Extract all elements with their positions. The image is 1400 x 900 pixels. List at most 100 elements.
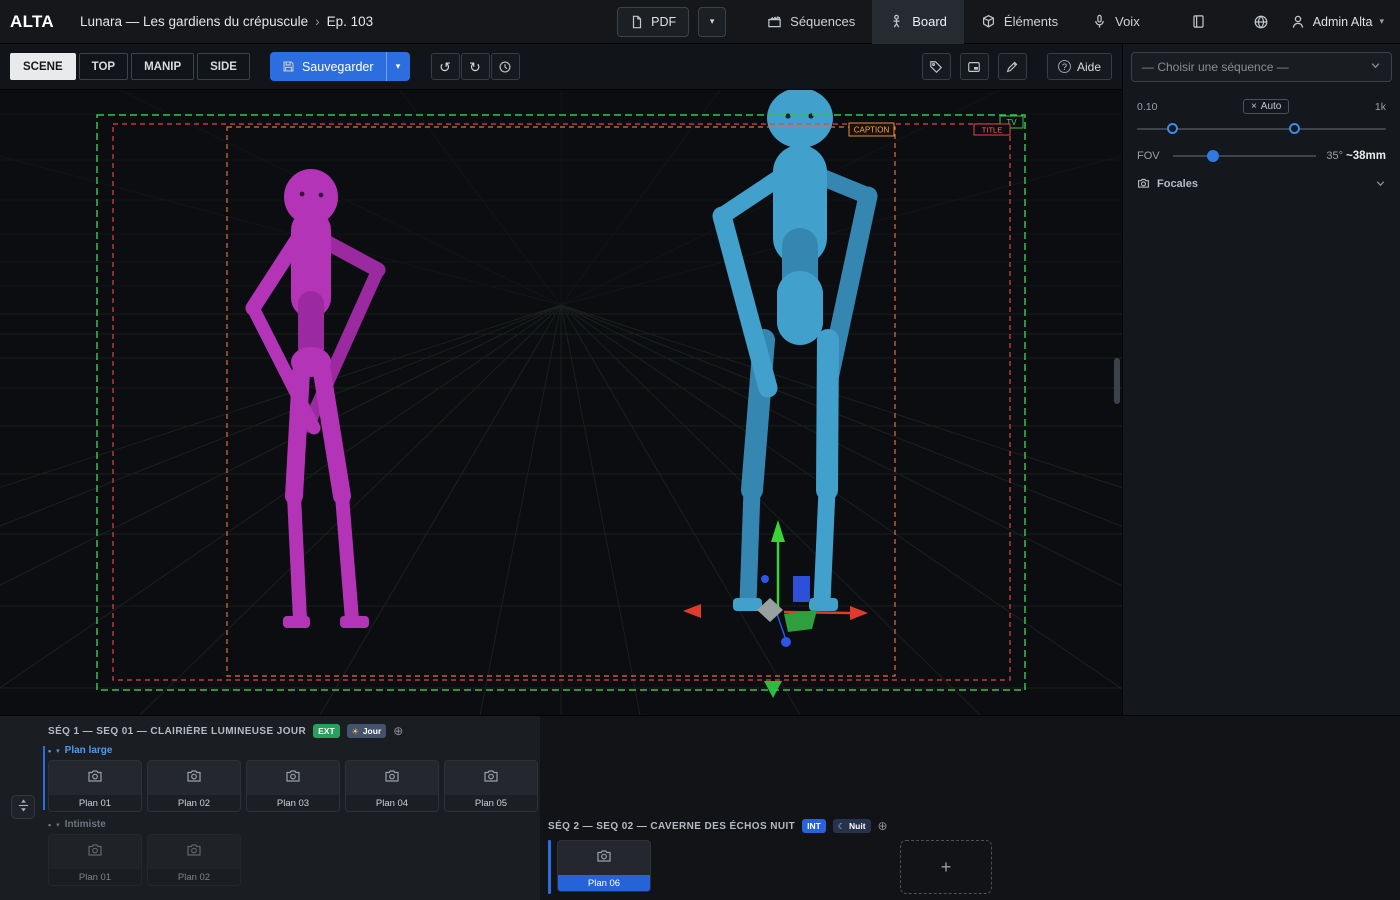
group-label: Intimiste [65,819,106,830]
journal-icon[interactable] [1191,14,1206,29]
help-label: Aide [1077,60,1101,74]
viewport-3d[interactable]: TV TITLE CAPTION [0,90,1122,715]
shot-thumbnail[interactable]: Plan 01 [48,760,142,812]
nav-label: Board [912,14,947,29]
shot-thumbnail[interactable]: Plan 02 [147,834,241,886]
sequence-2-header: SÉQ 2 — SEQ 02 — CAVERNE DES ÉCHOS NUIT … [548,819,1400,833]
pdf-export-group: PDF ▾ [617,7,726,37]
exterior-badge: EXT [313,724,340,738]
user-icon [1290,14,1306,30]
panel-resize-handle[interactable] [11,795,35,819]
tag-button[interactable] [922,53,951,80]
breadcrumb-separator: › [315,14,320,29]
clip-range-handle-min[interactable] [1167,123,1178,134]
fov-slider[interactable] [1173,149,1316,163]
fov-value: 35° ~38mm [1326,150,1386,162]
clip-range-handle-max[interactable] [1289,123,1300,134]
user-name: Admin Alta [1313,15,1373,29]
auto-toggle[interactable]: × Auto [1243,99,1289,114]
focales-label: Focales [1157,178,1198,190]
topbar-right: Admin Alta ▾ [1191,14,1400,30]
viewport-scrollbar[interactable] [1114,358,1120,404]
shot-thumbnail[interactable]: Plan 03 [246,760,340,812]
storyboard-panel: SÉQ 1 — SEQ 01 — CLAIRIÈRE LUMINEUSE JOU… [0,715,1400,900]
globe-icon[interactable] [1253,14,1269,30]
frame-button[interactable] [960,53,989,80]
group-label-row[interactable]: • ▾ Intimiste [48,819,540,830]
sequence-select[interactable]: — Choisir une séquence — [1131,52,1392,82]
nav-voice[interactable]: Voix [1075,0,1157,44]
pencil-icon [1005,60,1019,74]
auto-label: Auto [1261,101,1282,112]
shot-thumbnail[interactable]: Plan 02 [147,760,241,812]
undo-icon: ↺ [439,60,451,74]
undo-button[interactable]: ↺ [431,53,460,80]
nav-elements[interactable]: Éléments [964,0,1075,44]
group-label-row[interactable]: • ▾ Plan large [48,745,540,756]
shot-thumbnail-selected[interactable]: Plan 06 [557,840,651,892]
caption-safe-label: CAPTION [854,126,890,135]
help-button[interactable]: ? Aide [1047,53,1112,80]
camera-icon [87,768,103,789]
app-logo: ALTA [10,12,54,32]
save-label: Sauvegarder [302,60,374,74]
save-split-button: Sauvegarder ▾ [270,52,410,81]
sequence-title[interactable]: SÉQ 2 — SEQ 02 — CAVERNE DES ÉCHOS NUIT [548,821,795,832]
breadcrumb: Lunara — Les gardiens du crépuscule › Ep… [80,14,373,29]
pdf-dropdown-button[interactable]: ▾ [698,7,726,37]
view-side-button[interactable]: SIDE [197,53,250,80]
nav-board[interactable]: Board [872,0,964,44]
redo-button[interactable]: ↻ [461,53,490,80]
plan-group-large: • ▾ Plan large Plan 01 Plan 02 P [48,745,540,812]
fov-degrees: 35° [1326,150,1343,162]
camera-panel: — Choisir une séquence — 0.10 × Auto 1k [1122,44,1400,715]
camera-icon [384,768,400,789]
pencil-button[interactable] [998,53,1027,80]
fov-millimeters: ~38mm [1346,150,1386,162]
breadcrumb-episode[interactable]: Ep. 103 [327,14,374,29]
main-nav: Séquences Board Éléments Voix [750,0,1157,44]
topbar: ALTA Lunara — Les gardiens du crépuscule… [0,0,1400,44]
daytime-badge: ☀ Jour [347,724,387,738]
nav-label: Voix [1115,14,1140,29]
sequence-1-header: SÉQ 1 — SEQ 01 — CLAIRIÈRE LUMINEUSE JOU… [48,724,540,738]
shot-thumbnail[interactable]: Plan 01 [48,834,142,886]
sequence-select-placeholder: — Choisir une séquence — [1142,60,1289,74]
plan-group-intimiste: • ▾ Intimiste Plan 01 Plan 02 [48,819,540,886]
interior-badge: INT [802,819,826,833]
clip-min-value: 0.10 [1137,101,1157,113]
save-dropdown-button[interactable]: ▾ [386,52,410,81]
chevron-down-icon: ▾ [56,747,60,755]
fov-row: FOV 35° ~38mm [1123,149,1400,163]
history-button[interactable] [491,53,520,80]
fov-handle[interactable] [1207,150,1219,162]
clip-range-row: 0.10 × Auto 1k [1123,99,1400,114]
shot-thumbnail[interactable]: Plan 04 [345,760,439,812]
caret-down-icon: ▾ [710,16,715,26]
add-plan-button[interactable]: ⊕ [878,820,888,832]
clock-icon [498,60,512,74]
bullet-icon: • [48,746,51,756]
view-top-button[interactable]: TOP [79,53,128,80]
close-icon: × [1251,101,1257,112]
focales-section-toggle[interactable]: Focales [1123,177,1400,190]
toolbar-right: ? Aide [922,53,1112,80]
add-shot-tile[interactable]: + [900,840,992,894]
view-scene-button[interactable]: SCENE [10,53,76,80]
breadcrumb-project[interactable]: Lunara — Les gardiens du crépuscule [80,14,308,29]
sequence-block-1: SÉQ 1 — SEQ 01 — CLAIRIÈRE LUMINEUSE JOU… [0,716,540,900]
save-button[interactable]: Sauvegarder [270,52,386,81]
app-root: ALTA Lunara — Les gardiens du crépuscule… [0,0,1400,900]
shot-thumbnail[interactable]: Plan 05 [444,760,538,812]
chevron-down-icon [1375,178,1386,189]
nav-sequences[interactable]: Séquences [750,0,872,44]
user-menu[interactable]: Admin Alta ▾ [1290,14,1384,30]
pdf-export-button[interactable]: PDF [617,7,689,37]
nav-label: Séquences [790,14,855,29]
camera-icon [285,768,301,789]
clip-range-slider[interactable] [1137,121,1386,137]
view-manip-button[interactable]: MANIP [131,53,194,80]
history-group: ↺ ↻ [431,53,520,80]
sequence-title[interactable]: SÉQ 1 — SEQ 01 — CLAIRIÈRE LUMINEUSE JOU… [48,726,306,737]
add-plan-button[interactable]: ⊕ [393,725,403,737]
